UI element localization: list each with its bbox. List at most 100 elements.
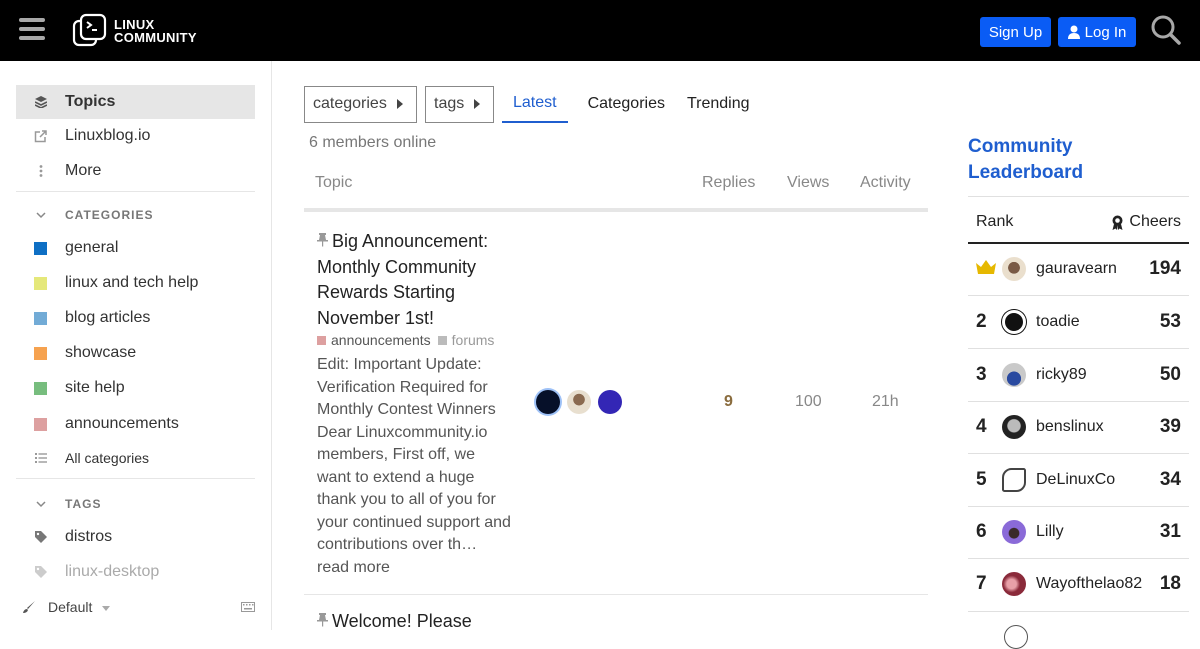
- user-avatar[interactable]: [1002, 257, 1026, 281]
- sidebar-item-more[interactable]: More: [16, 154, 255, 188]
- tags-dropdown[interactable]: tags: [425, 85, 494, 123]
- logo-text-line2: COMMUNITY: [114, 30, 197, 45]
- cheers-header: Cheers: [1129, 213, 1181, 230]
- poster-avatar[interactable]: [567, 390, 591, 414]
- leaderboard-title[interactable]: Community Leaderboard: [968, 134, 1118, 185]
- leaderboard-rank: 4: [976, 416, 987, 437]
- ellipsis-vertical-icon: [16, 165, 65, 177]
- sidebar-item-linuxblog[interactable]: Linuxblog.io: [16, 119, 255, 153]
- sidebar-divider: [16, 191, 255, 192]
- poster-avatar[interactable]: [598, 390, 622, 414]
- tags-section-toggle[interactable]: TAGS: [16, 491, 255, 517]
- tab-latest[interactable]: Latest: [502, 86, 568, 123]
- user-avatar[interactable]: [1002, 415, 1026, 439]
- leaderboard-rank: 6: [976, 521, 987, 542]
- sidebar-category-showcase[interactable]: showcase: [16, 336, 255, 370]
- sidebar-category-general[interactable]: general: [16, 231, 255, 265]
- caret-right-icon: [396, 99, 403, 109]
- log-in-label: Log In: [1084, 23, 1127, 41]
- category-swatch-icon: [34, 311, 47, 325]
- sidebar-tag-distros[interactable]: distros: [16, 520, 255, 554]
- tag-badge-label: forums: [451, 332, 495, 348]
- column-header-replies[interactable]: Replies: [702, 174, 755, 192]
- category-badge-label: announcements: [331, 332, 431, 348]
- topic-title-text: Big Announcement: Monthly Community Rewa…: [317, 231, 489, 328]
- leaderboard-username[interactable]: DeLinuxCo: [1036, 471, 1149, 489]
- topic-title-link[interactable]: Big Announcement: Monthly Community Rewa…: [317, 229, 517, 331]
- site-logo[interactable]: LINUX COMMUNITY: [72, 12, 197, 50]
- user-avatar[interactable]: [1004, 625, 1028, 649]
- leaderboard-score: 50: [1159, 364, 1181, 385]
- leaderboard-username[interactable]: Lilly: [1036, 523, 1149, 541]
- leaderboard-row: 7 Wayofthelao82 18: [968, 558, 1189, 610]
- keyboard-icon[interactable]: [241, 602, 255, 612]
- layers-icon: [16, 96, 65, 108]
- tag-badge[interactable]: forums: [437, 332, 495, 348]
- categories-section-toggle[interactable]: CATEGORIES: [16, 202, 255, 228]
- user-avatar[interactable]: [1002, 520, 1026, 544]
- row-divider: [304, 594, 928, 595]
- column-header-topic[interactable]: Topic: [315, 174, 352, 192]
- topic-badges: announcements forums: [317, 332, 501, 348]
- category-label: site help: [65, 379, 125, 396]
- category-swatch-icon: [34, 346, 47, 360]
- leaderboard-username[interactable]: gauravearn: [1036, 260, 1149, 278]
- category-label: general: [65, 239, 119, 256]
- leaderboard-username[interactable]: Wayofthelao82: [1036, 575, 1149, 593]
- category-badge[interactable]: announcements: [317, 332, 431, 348]
- pin-icon: [317, 229, 329, 255]
- sidebar-category-announcements[interactable]: announcements: [16, 407, 255, 441]
- topic-excerpt: Edit: Important Update: Verification Req…: [317, 354, 512, 579]
- crown-icon: [976, 260, 996, 274]
- topic-activity[interactable]: 21h: [872, 393, 899, 411]
- categories-dropdown[interactable]: categories: [304, 85, 417, 123]
- search-icon[interactable]: [1150, 14, 1182, 46]
- log-in-button[interactable]: Log In: [1058, 17, 1136, 47]
- tab-trending[interactable]: Trending: [676, 86, 761, 123]
- category-swatch-icon: [317, 335, 326, 345]
- sidebar-all-categories[interactable]: All categories: [16, 441, 255, 475]
- topic-title-link[interactable]: Welcome! Please: [317, 611, 472, 632]
- tags-heading: TAGS: [65, 497, 102, 511]
- sidebar-category-blog-articles[interactable]: blog articles: [16, 301, 255, 335]
- tag-swatch-icon: [437, 335, 447, 345]
- user-avatar[interactable]: [1002, 363, 1026, 387]
- leaderboard-score: 31: [1159, 521, 1181, 542]
- category-label: announcements: [65, 415, 179, 432]
- sidebar-category-linux-and-tech-help[interactable]: linux and tech help: [16, 266, 255, 300]
- topic-posters: [536, 390, 629, 414]
- column-header-views[interactable]: Views: [787, 174, 829, 192]
- tab-categories[interactable]: Categories: [577, 86, 676, 123]
- user-avatar[interactable]: [1002, 310, 1026, 334]
- leaderboard-rank: 2: [976, 311, 987, 332]
- theme-selector[interactable]: Default: [48, 599, 111, 615]
- user-avatar[interactable]: [1002, 572, 1026, 596]
- leaderboard-username[interactable]: benslinux: [1036, 418, 1149, 436]
- sidebar-item-topics[interactable]: Topics: [16, 85, 255, 119]
- categories-dropdown-label: categories: [313, 95, 387, 112]
- table-header-divider: [304, 208, 928, 212]
- sidebar-tag-linux-desktop[interactable]: linux-desktop: [16, 555, 255, 589]
- members-online: 6 members online: [309, 134, 437, 151]
- theme-label: Default: [48, 599, 93, 615]
- leaderboard-username[interactable]: ricky89: [1036, 366, 1149, 384]
- site-header: LINUX COMMUNITY Sign Up Log In: [0, 0, 1200, 61]
- sign-up-button[interactable]: Sign Up: [980, 17, 1051, 47]
- leaderboard-username[interactable]: toadie: [1036, 313, 1149, 331]
- column-header-activity[interactable]: Activity: [860, 174, 911, 192]
- read-more-link[interactable]: read more: [317, 559, 390, 576]
- leaderboard-score: 194: [1149, 258, 1181, 279]
- pin-icon: [317, 611, 329, 632]
- topic-replies: 9: [724, 393, 733, 410]
- hamburger-menu-icon[interactable]: [19, 18, 45, 42]
- rank-header: Rank: [976, 213, 1014, 230]
- user-avatar[interactable]: [1002, 468, 1026, 492]
- award-icon: [1112, 215, 1123, 230]
- poster-avatar[interactable]: [536, 390, 560, 414]
- leaderboard-row: 2 toadie 53: [968, 296, 1189, 348]
- sidebar-footer: Default: [22, 597, 255, 617]
- category-swatch-icon: [34, 381, 47, 395]
- sidebar-category-site-help[interactable]: site help: [16, 371, 255, 405]
- sidebar-item-label: More: [65, 162, 102, 179]
- chevron-down-icon: [16, 211, 65, 219]
